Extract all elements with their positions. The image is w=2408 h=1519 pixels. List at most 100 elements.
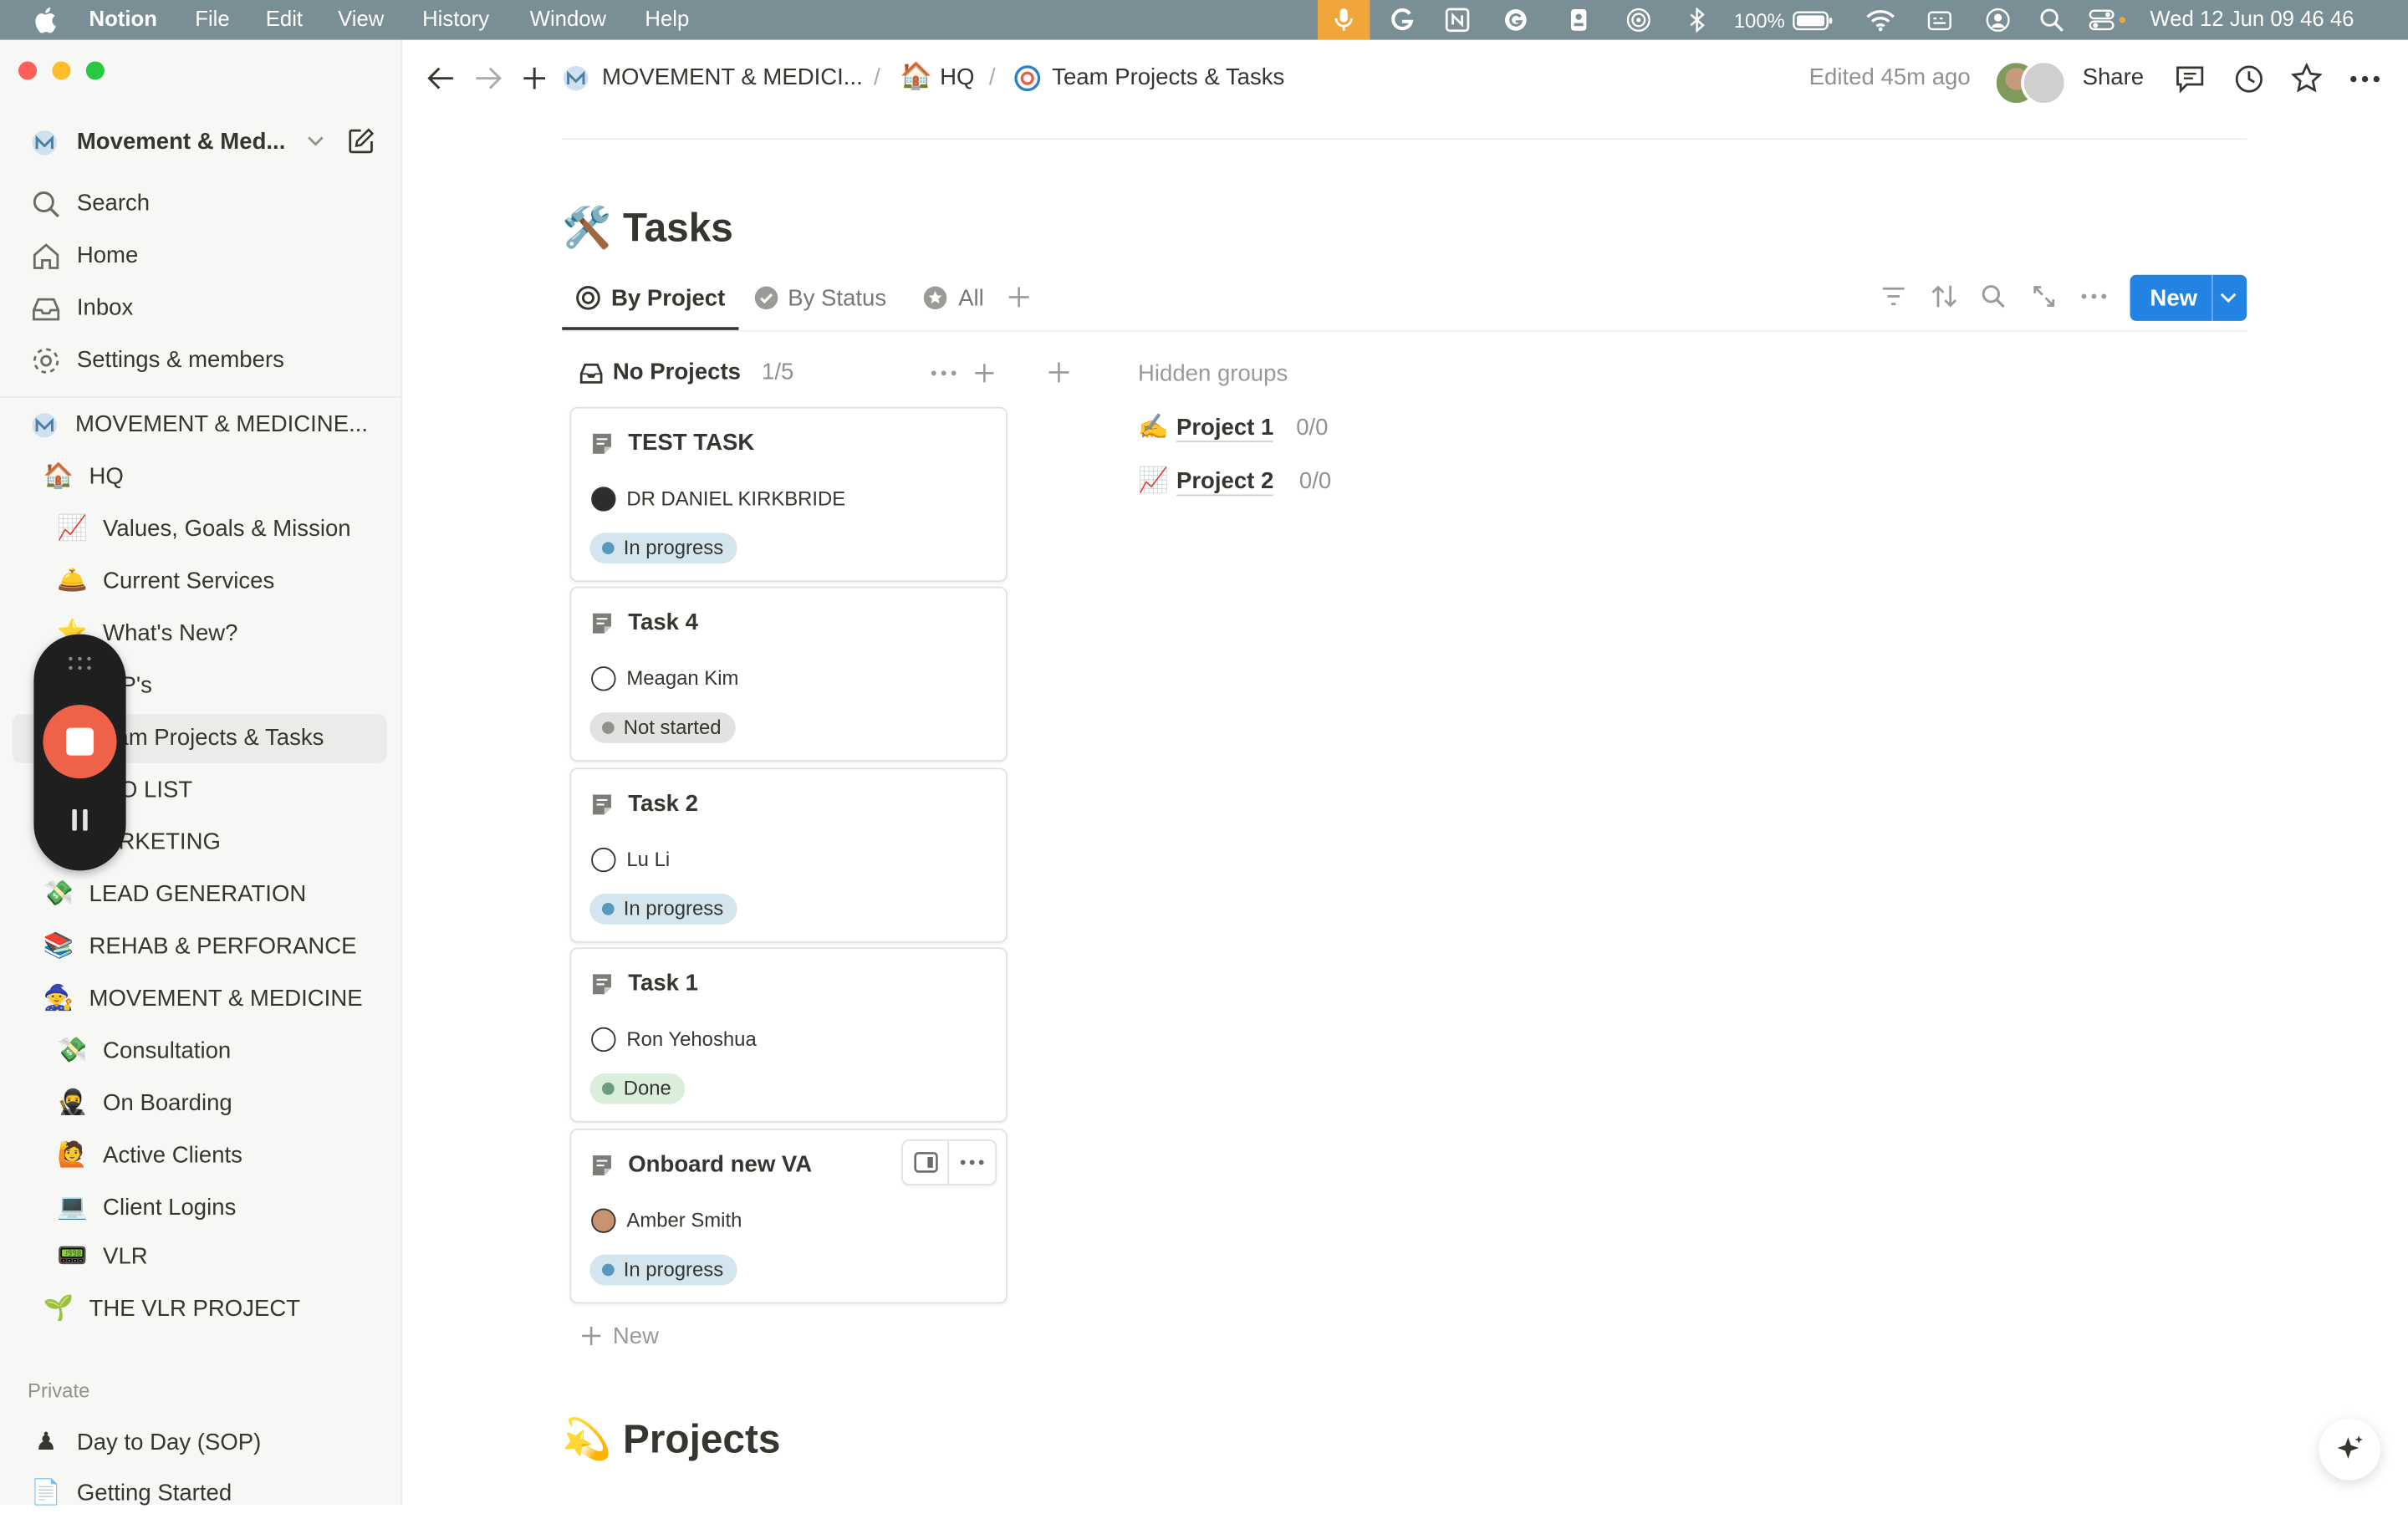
add-view-icon[interactable] (1008, 286, 1031, 309)
window-minimize-button[interactable] (52, 61, 71, 80)
window-zoom-button[interactable] (85, 61, 105, 80)
projects-title-text: Projects (622, 1415, 781, 1462)
projects-title[interactable]: 💫 Projects (562, 1415, 780, 1463)
keyboard-layout-icon[interactable] (1927, 8, 1951, 32)
drag-handle-icon[interactable] (68, 655, 92, 670)
sidebar-page-item[interactable]: 📚 REHAB & PERFORANCE (0, 923, 400, 972)
task-card[interactable]: TEST TASK DR DANIEL KIRKBRIDE In progress (569, 406, 1008, 583)
add-group-icon[interactable] (1048, 361, 1071, 385)
status-label: In progress (623, 536, 724, 559)
control-center-icon[interactable] (2089, 8, 2131, 32)
microphone-icon[interactable] (1317, 0, 1370, 40)
favorite-star-icon[interactable] (2291, 63, 2323, 94)
menu-edit[interactable]: Edit (266, 6, 303, 30)
collaborator-avatar[interactable] (2021, 59, 2068, 106)
menu-view[interactable]: View (338, 6, 384, 30)
group-add-icon[interactable] (973, 362, 995, 384)
share-button[interactable]: Share (2083, 64, 2145, 90)
add-new-card-button[interactable]: New (580, 1321, 764, 1354)
card-more-icon[interactable] (960, 1160, 984, 1165)
sidebar-page-item[interactable]: 🧙 MOVEMENT & MEDICINE (0, 975, 400, 1024)
sidebar-page-item[interactable]: 💸 LEAD GENERATION (0, 870, 400, 920)
task-card[interactable]: Task 1 Ron Yehoshua Done (569, 947, 1008, 1123)
sidebar-page-item[interactable]: 🌱 THE VLR PROJECT (0, 1285, 400, 1334)
task-card[interactable]: Task 2 Lu Li In progress (569, 767, 1008, 943)
sidebar-page-item[interactable]: 🛎️ Current Services (0, 558, 400, 607)
database-title[interactable]: 🛠️ Tasks (562, 204, 733, 252)
group-more-icon[interactable] (931, 370, 957, 376)
sidebar-page-item[interactable]: 📟 VLR (0, 1233, 400, 1282)
window-close-button[interactable] (18, 61, 38, 80)
apple-icon[interactable] (33, 6, 57, 33)
sidebar-private-item[interactable]: 📄 Getting Started (0, 1470, 400, 1519)
pause-icon[interactable] (69, 808, 91, 832)
menu-window[interactable]: Window (530, 6, 606, 30)
sidebar-page-label: eam Projects & Tasks (103, 724, 324, 752)
notion-ai-button[interactable] (2319, 1419, 2380, 1481)
open-side-peek-icon[interactable] (914, 1152, 938, 1174)
plus-icon[interactable] (522, 66, 546, 90)
battery-icon[interactable] (1792, 8, 1834, 32)
sidebar-teamspace[interactable]: MOVEMENT & MEDICINE... (0, 400, 400, 450)
new-record-button[interactable]: New (2130, 274, 2247, 321)
contact-card-icon[interactable] (1566, 8, 1590, 32)
task-card[interactable]: Task 4 Meagan Kim Not started (569, 586, 1008, 762)
stop-recording-button[interactable] (43, 705, 117, 779)
page-icon (592, 794, 612, 815)
sidebar-page-item[interactable]: 🏠 HQ (0, 453, 400, 502)
bluetooth-icon[interactable] (1685, 8, 1709, 33)
hidden-group-item[interactable]: 📈 Project 2 0/0 (1138, 466, 1384, 499)
task-card[interactable]: Onboard new VA Amber Smith In progress (569, 1129, 1008, 1304)
airdrop-icon[interactable] (1626, 8, 1650, 32)
comments-icon[interactable] (2175, 64, 2206, 94)
sidebar-page-item[interactable]: 💻 Client Logins (0, 1184, 400, 1233)
page-divider (562, 138, 2247, 140)
notion-n-icon[interactable] (1445, 8, 1470, 33)
sort-icon[interactable] (1931, 284, 1958, 308)
task-title: Task 4 (628, 609, 698, 636)
teamspace-logo-icon (32, 413, 57, 438)
history-clock-icon[interactable] (2234, 64, 2263, 94)
sidebar-settings[interactable]: Settings & members (0, 336, 400, 385)
page-emoji-icon: 🌱 (43, 1296, 74, 1323)
more-options-icon[interactable] (2349, 75, 2380, 83)
user-account-icon[interactable] (1986, 8, 2010, 32)
sidebar-page-label: Consultation (103, 1037, 232, 1064)
filter-icon[interactable] (1881, 286, 1905, 308)
spotlight-search-icon[interactable] (2039, 8, 2064, 32)
menu-history[interactable]: History (422, 6, 489, 30)
menubar-clock[interactable]: Wed 12 Jun 09 46 46 (2150, 6, 2354, 30)
grammarly-circle-icon[interactable] (1503, 8, 1528, 32)
menu-app-name[interactable]: Notion (89, 6, 157, 30)
sidebar-page-item[interactable]: 📈 Values, Goals & Mission (0, 505, 400, 554)
assignee-avatar (591, 666, 616, 691)
wifi-icon[interactable] (1866, 8, 1895, 32)
sidebar-page-item[interactable]: 💸 Consultation (0, 1027, 400, 1077)
breadcrumb-item-hq[interactable]: HQ (940, 64, 974, 90)
expand-arrows-icon[interactable] (2032, 284, 2056, 308)
sidebar-home[interactable]: Home (0, 232, 400, 281)
workspace-switcher[interactable]: Movement & Med... (15, 120, 330, 166)
breadcrumb-item-workspace[interactable]: MOVEMENT & MEDICI... (602, 64, 863, 90)
breadcrumb-item-current[interactable]: Team Projects & Tasks (1052, 64, 1284, 90)
page-emoji-icon: 🏠 (43, 463, 74, 490)
sidebar-page-item[interactable]: 🙋 Active Clients (0, 1132, 400, 1181)
menu-help[interactable]: Help (645, 6, 689, 30)
sidebar-inbox[interactable]: Inbox (0, 284, 400, 334)
assignee-name: Amber Smith (626, 1208, 742, 1232)
sidebar-search[interactable]: Search (0, 180, 400, 229)
database-more-icon[interactable] (2081, 293, 2107, 299)
sidebar-private-item[interactable]: ♟ Day to Day (SOP) (0, 1419, 400, 1468)
sidebar-page-item[interactable]: 🥷 On Boarding (0, 1079, 400, 1129)
new-page-icon[interactable] (347, 127, 375, 155)
hidden-group-item[interactable]: ✍️ Project 1 0/0 (1138, 411, 1384, 445)
chevron-down-icon[interactable] (2219, 292, 2237, 304)
page-emoji-icon: 🛎️ (57, 568, 88, 594)
back-arrow-icon[interactable] (427, 66, 455, 90)
menu-file[interactable]: File (195, 6, 229, 30)
group-name: No Projects (612, 359, 741, 386)
search-database-icon[interactable] (1981, 284, 2005, 308)
forward-arrow-icon[interactable] (475, 66, 503, 90)
task-title: Task 2 (628, 790, 698, 818)
grammarly-g-icon[interactable] (1390, 8, 1414, 32)
